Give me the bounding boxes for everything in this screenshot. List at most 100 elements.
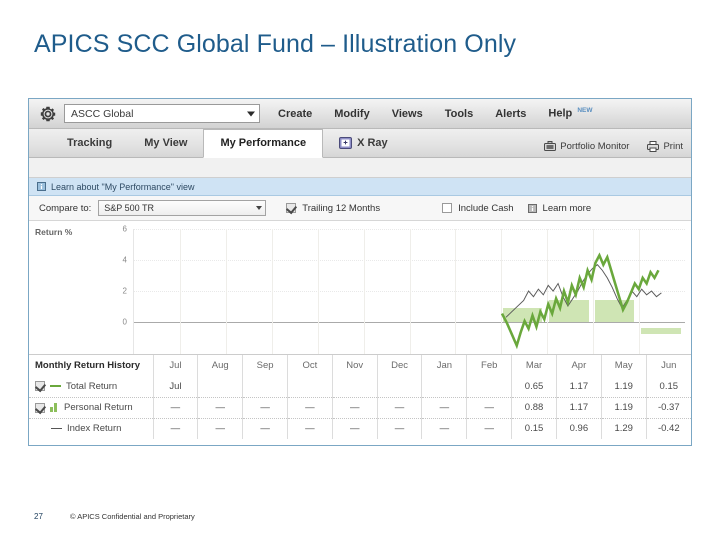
- compare-to-label: Compare to:: [39, 202, 92, 214]
- cell-value: [197, 376, 243, 397]
- table-row: Personal Return — — — — — — — — 0.88 1.1…: [29, 396, 691, 418]
- spacer-band: [29, 158, 691, 178]
- cell-value: [242, 376, 288, 397]
- cell-value: [286, 376, 333, 397]
- legend-swatch-line-dark: [51, 428, 62, 430]
- monitor-icon: [544, 141, 557, 151]
- menu-item-label: Views: [391, 107, 423, 120]
- column-header-aug: Aug: [197, 355, 243, 376]
- benchmark-select[interactable]: S&P 500 TR: [98, 200, 267, 216]
- cell-value: Jul: [152, 376, 198, 397]
- learn-about-bar[interactable]: Learn about "My Performance" view: [29, 178, 691, 196]
- tab-label: My View: [144, 137, 188, 149]
- chart-plot-area: [133, 229, 685, 354]
- cell-value: —: [466, 396, 512, 418]
- column-header-nov: Nov: [331, 355, 378, 376]
- menu-item-create[interactable]: Create: [278, 108, 312, 120]
- menu-item-alerts[interactable]: Alerts: [495, 108, 526, 120]
- menu-item-label: Alerts: [495, 107, 527, 120]
- performance-chart: Return % 6 4 2 0: [29, 221, 691, 354]
- portfolio-monitor-button[interactable]: Portfolio Monitor: [544, 141, 629, 152]
- portfolio-select[interactable]: ASCC Global: [64, 104, 260, 123]
- table-row: Index Return — — — — — — — — 0.15 0.96 1…: [29, 417, 691, 439]
- portfolio-select-value: ASCC Global: [71, 107, 134, 120]
- row-header-total-return[interactable]: Total Return: [29, 376, 153, 397]
- cell-value: —: [421, 396, 467, 418]
- gear-icon[interactable]: [39, 105, 57, 123]
- trailing-12-months-checkbox-group[interactable]: Trailing 12 Months: [286, 203, 380, 214]
- cell-value: —: [152, 396, 198, 418]
- personal-return-checkbox[interactable]: [35, 402, 45, 413]
- row-label: Personal Return: [64, 402, 133, 413]
- legend-swatch-line-green: [50, 385, 61, 388]
- cell-value: 1.17: [555, 376, 602, 397]
- cell-value: —: [331, 417, 378, 439]
- menu-item-modify[interactable]: Modify: [334, 108, 369, 120]
- page-title: APICS SCC Global Fund – Illustration Onl…: [34, 30, 517, 58]
- menu-item-tools[interactable]: Tools: [445, 108, 474, 120]
- cell-value: —: [421, 417, 467, 439]
- tool-label: Portfolio Monitor: [560, 141, 630, 152]
- menu-item-label: Create: [278, 107, 313, 120]
- column-header-may: May: [600, 355, 647, 376]
- cell-value: 0.15: [645, 376, 691, 397]
- print-icon: [647, 141, 660, 152]
- learn-more-link[interactable]: Learn more: [527, 202, 592, 214]
- cell-value: 1.29: [600, 417, 647, 439]
- tab-label: My Performance: [220, 137, 307, 149]
- cell-value: —: [331, 396, 378, 418]
- filter-bar: Compare to: S&P 500 TR Trailing 12 Month…: [29, 196, 691, 221]
- tab-my-performance[interactable]: My Performance: [203, 129, 324, 158]
- row-header-personal-return[interactable]: Personal Return: [29, 396, 153, 418]
- cell-value: [421, 376, 467, 397]
- column-header-feb: Feb: [466, 355, 512, 376]
- learn-more-label: Learn more: [542, 202, 592, 214]
- cell-value: —: [286, 396, 333, 418]
- include-cash-checkbox-group[interactable]: Include Cash: [442, 203, 514, 214]
- cell-value: -0.42: [645, 417, 691, 439]
- chart-series-lines: [500, 252, 662, 350]
- tab-bar-tools: Portfolio Monitor Print: [544, 141, 683, 152]
- info-icon: [37, 182, 46, 191]
- tab-tracking[interactable]: Tracking: [51, 130, 128, 157]
- print-button[interactable]: Print: [647, 141, 683, 152]
- cell-value: 0.65: [511, 376, 557, 397]
- column-header-dec: Dec: [376, 355, 422, 376]
- total-return-checkbox[interactable]: [35, 381, 45, 392]
- cell-value: 1.17: [555, 396, 602, 418]
- benchmark-select-value: S&P 500 TR: [104, 203, 154, 213]
- tab-my-view[interactable]: My View: [128, 130, 203, 157]
- menu-item-help[interactable]: Help NEW: [548, 107, 592, 120]
- trailing-12-months-checkbox[interactable]: [286, 203, 297, 213]
- cell-value: [466, 376, 512, 397]
- cell-value: —: [197, 396, 243, 418]
- cell-value: —: [152, 417, 198, 439]
- row-label: Index Return: [67, 423, 122, 435]
- tab-bar: Tracking My View My Performance X Ray Po…: [29, 129, 691, 158]
- row-header-index-return[interactable]: Index Return: [29, 417, 153, 439]
- column-header-mar: Mar: [511, 355, 557, 376]
- cell-value: —: [197, 417, 243, 439]
- learn-about-label: Learn about "My Performance" view: [51, 181, 195, 192]
- cell-value: 0.96: [555, 417, 602, 439]
- xray-icon: [339, 137, 353, 149]
- y-tick-label: 2: [122, 286, 127, 296]
- cell-value: [376, 376, 422, 397]
- menu-item-list: Create Modify Views Tools Alerts Help NE…: [278, 107, 614, 120]
- cell-value: [331, 376, 378, 397]
- column-header-jul: Jul: [152, 355, 198, 376]
- new-badge: NEW: [577, 107, 593, 115]
- cell-value: —: [286, 417, 333, 439]
- menu-item-label: Tools: [444, 107, 474, 120]
- legend-swatch-bar-green: [50, 403, 59, 412]
- tab-x-ray[interactable]: X Ray: [323, 130, 404, 157]
- confidentiality-note: © APICS Confidential and Proprietary: [70, 512, 195, 521]
- include-cash-checkbox[interactable]: [442, 203, 453, 213]
- menu-item-views[interactable]: Views: [392, 108, 423, 120]
- cell-value: 0.15: [511, 417, 557, 439]
- y-tick-label: 4: [122, 255, 127, 265]
- y-tick-label: 0: [122, 317, 127, 327]
- menu-item-label: Help: [548, 107, 573, 120]
- cell-value: —: [466, 417, 512, 439]
- column-header-sep: Sep: [242, 355, 288, 376]
